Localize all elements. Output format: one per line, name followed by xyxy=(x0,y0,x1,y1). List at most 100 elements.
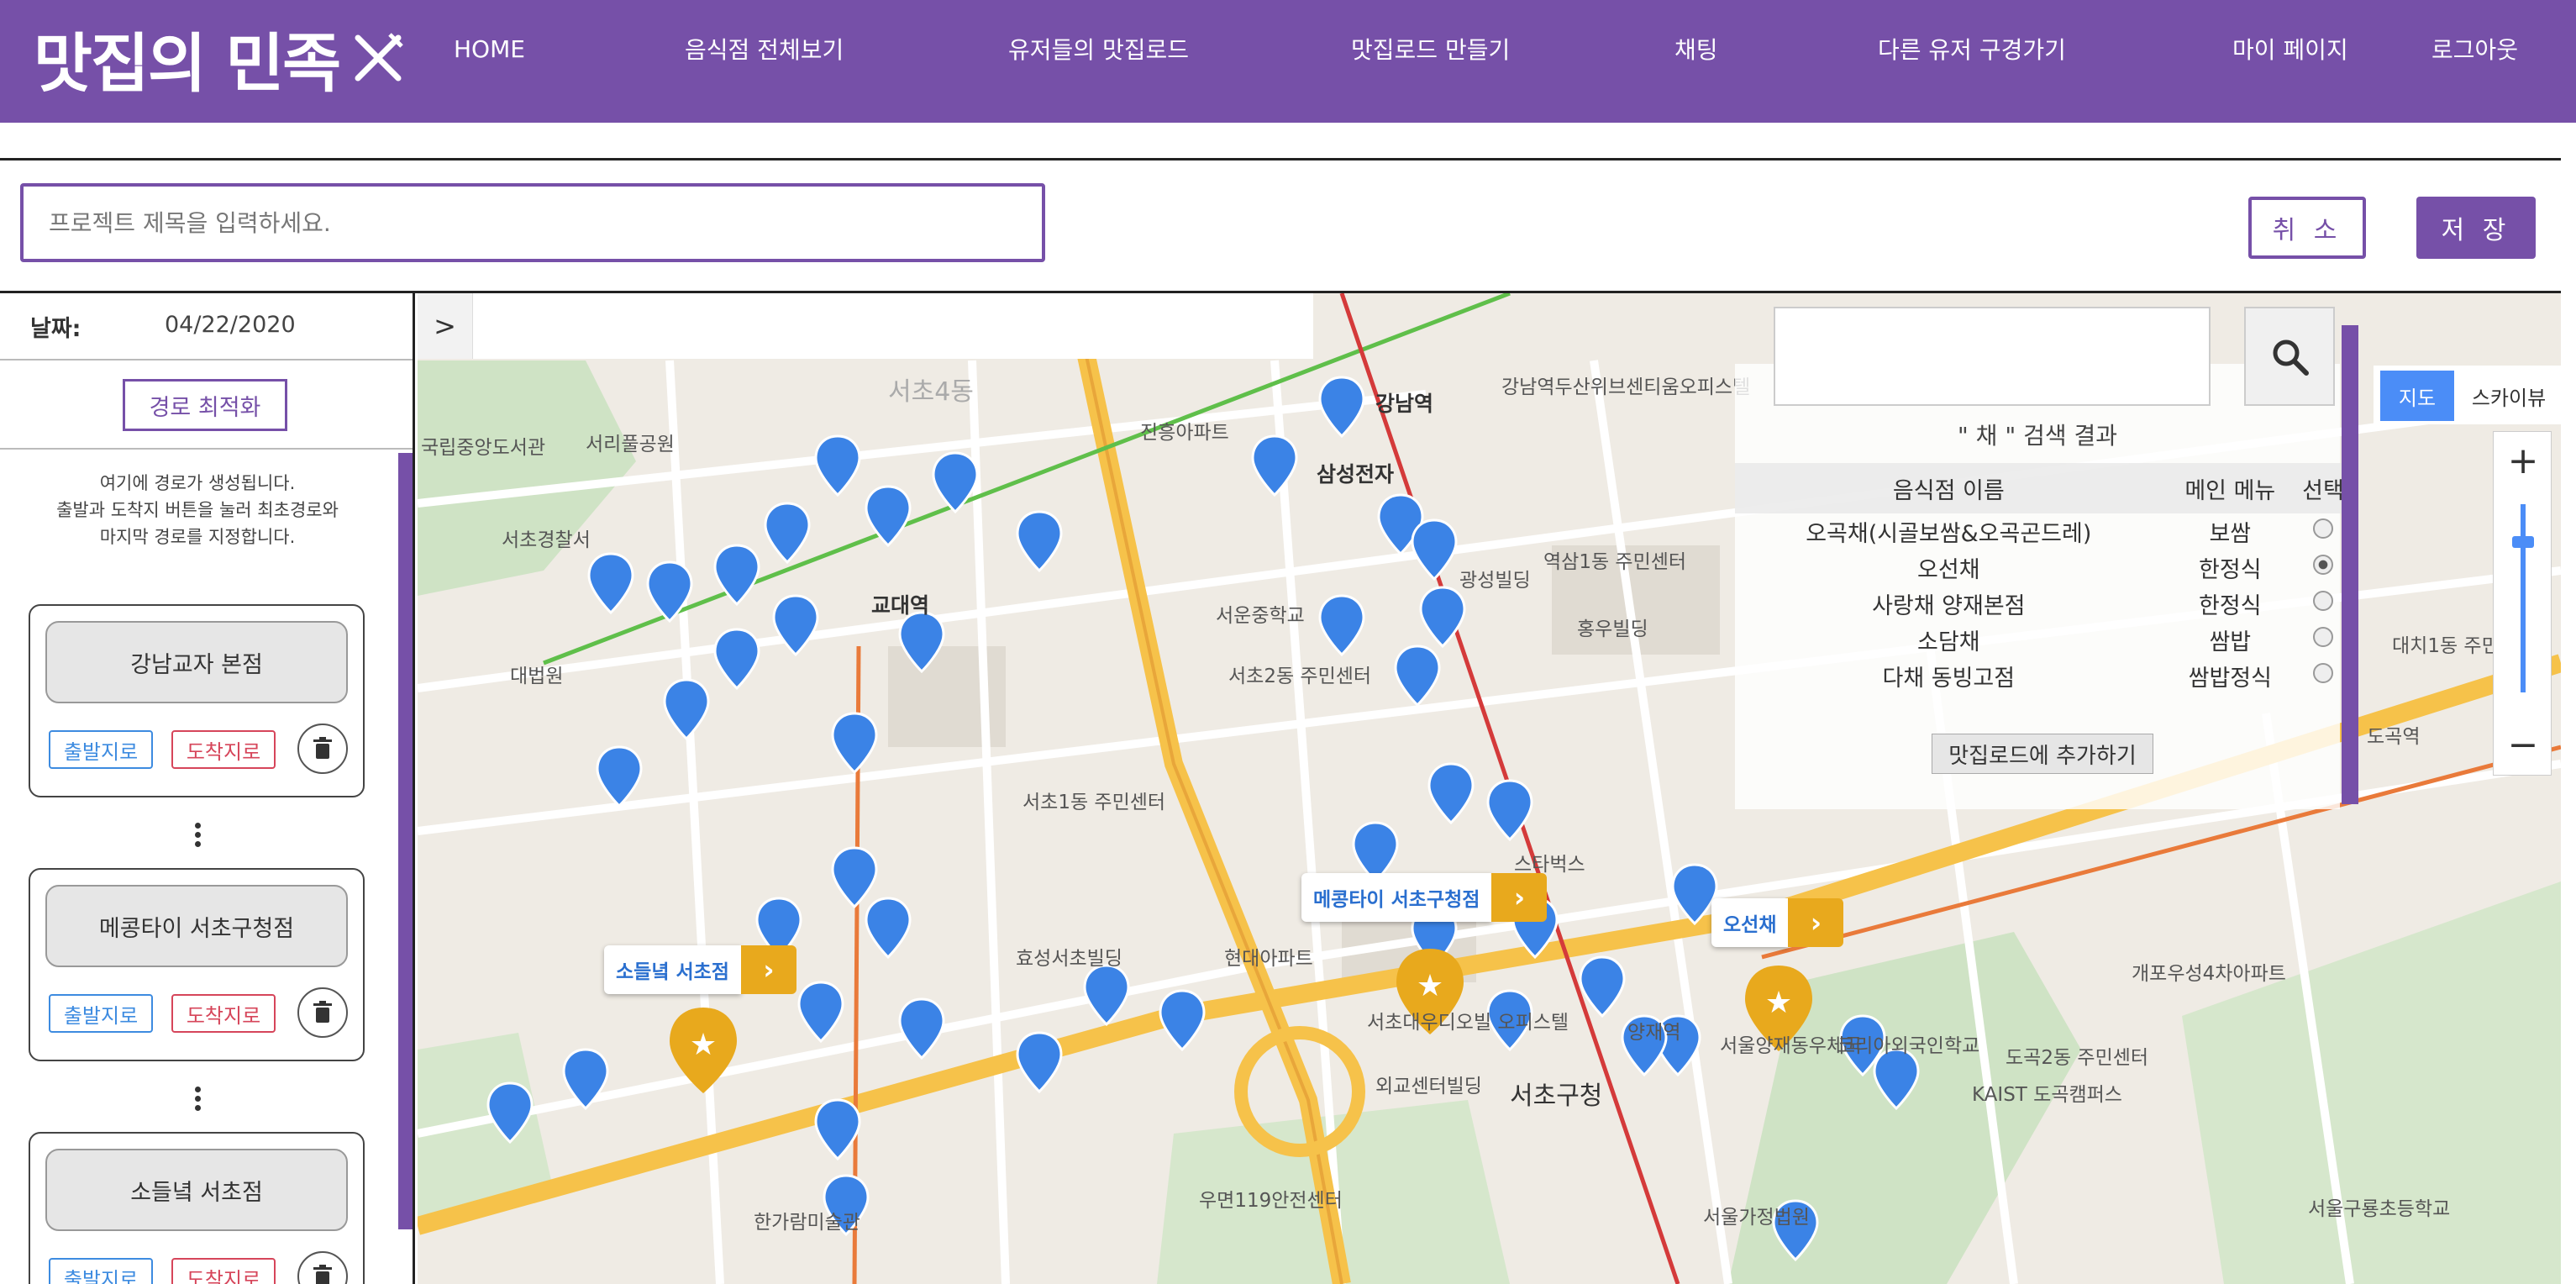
result-row[interactable]: 소담채 쌈밥 xyxy=(1735,622,2348,658)
route-stop-card: 소들녘 서초점 출발지로 도착지로 xyxy=(29,1132,365,1284)
trash-icon xyxy=(313,1001,332,1023)
search-button[interactable] xyxy=(2244,307,2335,406)
zoom-in-button[interactable]: + xyxy=(2494,435,2552,486)
map-label: 교대역 xyxy=(871,593,930,618)
result-menu: 보쌈 xyxy=(2209,521,2252,547)
logo-text: 맛집의 민족 xyxy=(34,26,341,101)
map-label: 효성서초빌딩 xyxy=(1016,948,1122,970)
delete-stop-button[interactable] xyxy=(297,724,348,774)
result-menu: 쌈밥정식 xyxy=(2188,666,2272,692)
nav-other-users[interactable]: 다른 유저 구경가기 xyxy=(1878,0,2066,97)
nav-my-page[interactable]: 마이 페이지 xyxy=(2232,0,2348,97)
set-start-button[interactable]: 출발지로 xyxy=(49,730,153,769)
result-row[interactable]: 사랑채 양재본점 한정식 xyxy=(1735,586,2348,622)
date-row: 날짜: 04/22/2020 xyxy=(0,293,413,360)
map-label: 광성빌딩 xyxy=(1459,570,1531,592)
map-type-skyview-button[interactable]: 스카이뷰 xyxy=(2461,371,2557,421)
set-end-button[interactable]: 도착지로 xyxy=(171,994,276,1033)
result-scrollbar[interactable] xyxy=(2342,325,2358,804)
map-label: 대법원 xyxy=(510,666,564,687)
map-view[interactable]: ★ ★ ★ 강남역 교대역 서초4동 서초구청 양재역 도곡역 삼성전자 서초1… xyxy=(418,293,2561,1284)
result-menu: 한정식 xyxy=(2199,593,2262,619)
delete-stop-button[interactable] xyxy=(297,1251,348,1284)
result-menu: 한정식 xyxy=(2199,557,2262,583)
result-radio[interactable] xyxy=(2313,663,2333,683)
nav-chat[interactable]: 채팅 xyxy=(1674,0,1718,97)
date-value[interactable]: 04/22/2020 xyxy=(165,312,296,338)
result-menu: 쌈밥 xyxy=(2209,629,2252,655)
map-top-strip xyxy=(473,293,1313,359)
map-label: 서초대우디오빌 오피스텔 xyxy=(1367,1012,1569,1034)
divider xyxy=(0,158,2561,160)
map-label: 홍우빌딩 xyxy=(1577,618,1648,640)
logo[interactable]: 맛집의 민족 xyxy=(34,12,405,104)
map-label: 역삼1동 주민센터 xyxy=(1543,551,1687,573)
add-to-road-button[interactable]: 맛집로드에 추가하기 xyxy=(1932,734,2153,774)
map-label: 진흥아파트 xyxy=(1140,422,1229,444)
project-title-input[interactable] xyxy=(20,183,1045,262)
map-label: 한가람미술관 xyxy=(754,1212,860,1234)
zoom-out-button[interactable]: − xyxy=(2494,719,2552,770)
map-label: 스타벅스 xyxy=(1514,854,1585,876)
help-line: 여기에 경로가 생성됩니다. xyxy=(99,473,296,493)
set-end-button[interactable]: 도착지로 xyxy=(171,730,276,769)
nav-home[interactable]: HOME xyxy=(454,0,525,97)
map-label: 양재역 xyxy=(1627,1022,1681,1044)
optimize-route-button[interactable]: 경로 최적화 xyxy=(123,379,287,431)
chevron-right-icon: › xyxy=(1491,873,1548,922)
result-row[interactable]: 다채 동빙고점 쌈밥정식 xyxy=(1735,658,2348,694)
help-line: 마지막 경로를 지정합니다. xyxy=(99,527,296,547)
stop-name[interactable]: 메콩타이 서초구청점 xyxy=(45,885,348,967)
result-name: 오곡채(시골보쌈&오곡곤드레) xyxy=(1806,521,2092,547)
stop-name[interactable]: 강남교자 본점 xyxy=(45,621,348,703)
cancel-button[interactable]: 취 소 xyxy=(2248,197,2366,259)
map-search-input[interactable] xyxy=(1774,307,2211,406)
route-stop-card: 메콩타이 서초구청점 출발지로 도착지로 xyxy=(29,868,365,1061)
save-button[interactable]: 저 장 xyxy=(2416,197,2536,259)
nav-make-road[interactable]: 맛집로드 만들기 xyxy=(1351,0,1510,97)
map-label: 서초1동 주민센터 xyxy=(1023,792,1166,813)
callout-label: 소들녘 서초점 xyxy=(604,945,741,994)
map-label: 도곡역 xyxy=(2367,726,2421,748)
optimize-row: 경로 최적화 xyxy=(0,362,413,450)
date-label: 날짜: xyxy=(30,316,81,342)
trash-icon xyxy=(313,1265,332,1284)
zoom-slider-handle[interactable] xyxy=(2512,536,2534,548)
svg-text:★: ★ xyxy=(1417,969,1443,1003)
set-end-button[interactable]: 도착지로 xyxy=(171,1258,276,1284)
route-scrollbar[interactable] xyxy=(398,453,413,1229)
map-label: 강남역두산위브센티움오피스텔 xyxy=(1501,376,1751,398)
map-label: 서운중학교 xyxy=(1216,605,1305,627)
result-radio[interactable] xyxy=(2313,555,2333,575)
set-start-button[interactable]: 출발지로 xyxy=(49,994,153,1033)
map-label: 우면119안전센터 xyxy=(1199,1190,1343,1212)
stop-name[interactable]: 소들녘 서초점 xyxy=(45,1149,348,1231)
marker-callout[interactable]: 소들녘 서초점 › xyxy=(604,945,796,994)
toggle-panel-button[interactable]: > xyxy=(418,293,473,359)
marker-callout[interactable]: 메콩타이 서초구청점 › xyxy=(1301,873,1548,922)
map-label: 서울가정법원 xyxy=(1703,1207,1810,1229)
map-label: 서울구룡초등학교 xyxy=(2308,1198,2451,1220)
set-start-button[interactable]: 출발지로 xyxy=(49,1258,153,1284)
delete-stop-button[interactable] xyxy=(297,987,348,1038)
result-radio[interactable] xyxy=(2313,627,2333,647)
result-name: 소담채 xyxy=(1917,629,1980,655)
map-label: KAIST 도곡캠퍼스 xyxy=(1972,1084,2122,1106)
route-help-text: 여기에 경로가 생성됩니다. 출발과 도착지 버튼을 눌러 최초경로와 마지막 … xyxy=(0,470,395,550)
column-header: 음식점 이름 xyxy=(1735,463,2163,513)
trash-icon xyxy=(313,737,332,759)
marker-callout[interactable]: 오선채 › xyxy=(1711,898,1844,947)
result-radio[interactable] xyxy=(2313,591,2333,611)
result-radio[interactable] xyxy=(2313,518,2333,539)
nav-logout[interactable]: 로그아웃 xyxy=(2431,0,2518,97)
result-row[interactable]: 오곡채(시골보쌈&오곡곤드레) 보쌈 xyxy=(1735,513,2348,550)
result-row[interactable]: 오선채 한정식 xyxy=(1735,550,2348,586)
nav-all-restaurants[interactable]: 음식점 전체보기 xyxy=(685,0,844,97)
map-label: 서초구청 xyxy=(1510,1081,1603,1111)
column-header: 선택 xyxy=(2298,463,2348,513)
zoom-slider-track[interactable] xyxy=(2521,504,2526,692)
map-type-map-button[interactable]: 지도 xyxy=(2380,371,2454,421)
route-connector-dots xyxy=(192,823,202,850)
nav-user-roads[interactable]: 유저들의 맛집로드 xyxy=(1008,0,1189,97)
zoom-control: + − xyxy=(2493,431,2552,776)
